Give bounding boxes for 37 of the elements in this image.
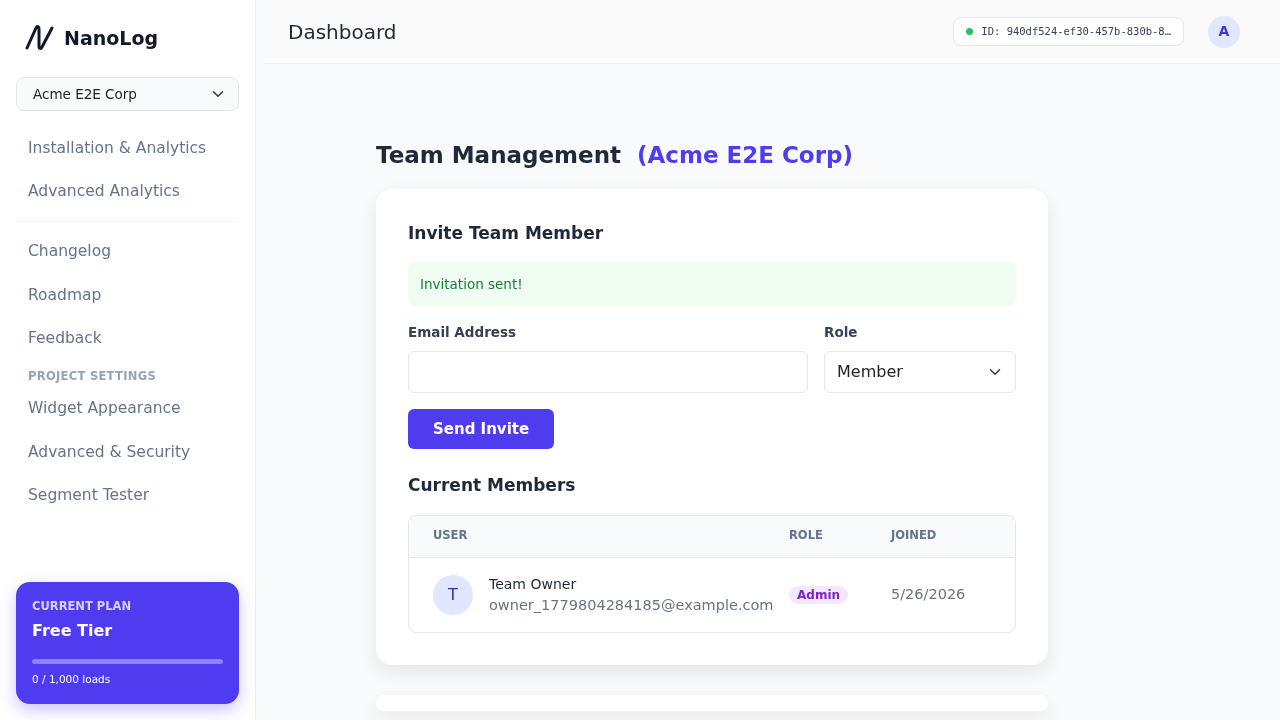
field-label: Email Address xyxy=(408,323,517,343)
page-header-title: Dashboard xyxy=(288,18,398,46)
plan-name: Free Tier xyxy=(32,620,114,643)
status-dot xyxy=(966,28,974,35)
nav-link[interactable]: Segment Tester xyxy=(16,473,239,517)
nav-link[interactable]: Roadmap xyxy=(16,273,239,317)
nav-link[interactable]: Installation & Analytics xyxy=(16,126,239,170)
nav-link[interactable]: Widget Appearance xyxy=(16,387,239,431)
brand-name: NanoLog xyxy=(64,26,159,51)
nav-link[interactable]: Changelog xyxy=(16,230,239,274)
page-title: Team Management xyxy=(376,141,622,170)
usage-text: 0 / 1,000 loads xyxy=(32,672,112,688)
section-title: Current Members xyxy=(408,474,577,497)
user-avatar: T xyxy=(433,574,473,615)
column-header: ROLE xyxy=(789,527,824,545)
project-id-chip: ID: 940df524-ef30-457b-830b-8… xyxy=(953,16,1184,47)
member-email: owner_1779804284185@example.com xyxy=(489,595,774,615)
organization-name: (Acme E2E Corp) xyxy=(637,141,853,170)
column-header: USER xyxy=(433,527,469,545)
nav-link[interactable]: Advanced Analytics xyxy=(16,170,239,214)
plan-heading: CURRENT PLAN xyxy=(32,598,133,615)
project-select[interactable]: Acme E2E Corp xyxy=(16,76,239,111)
member-name: Team Owner xyxy=(489,574,578,594)
nav-link[interactable]: Advanced & Security xyxy=(16,430,239,474)
user-avatar[interactable]: A xyxy=(1208,15,1240,48)
joined-date: 5/26/2026 xyxy=(891,585,967,604)
section-title: Invite Team Member xyxy=(408,221,605,245)
send-invite-button[interactable]: Send Invite xyxy=(408,408,555,449)
nav-link[interactable]: Feedback xyxy=(16,316,239,360)
role-badge: Admin xyxy=(789,586,849,605)
success-alert: Invitation sent! xyxy=(408,262,1016,307)
field-label: Role xyxy=(824,323,859,343)
column-header: JOINED xyxy=(891,527,938,545)
section-heading: PROJECT SETTINGS xyxy=(27,368,157,385)
logo-icon xyxy=(24,24,56,53)
role-select[interactable]: Member xyxy=(824,350,1016,393)
email-field[interactable] xyxy=(408,350,808,393)
